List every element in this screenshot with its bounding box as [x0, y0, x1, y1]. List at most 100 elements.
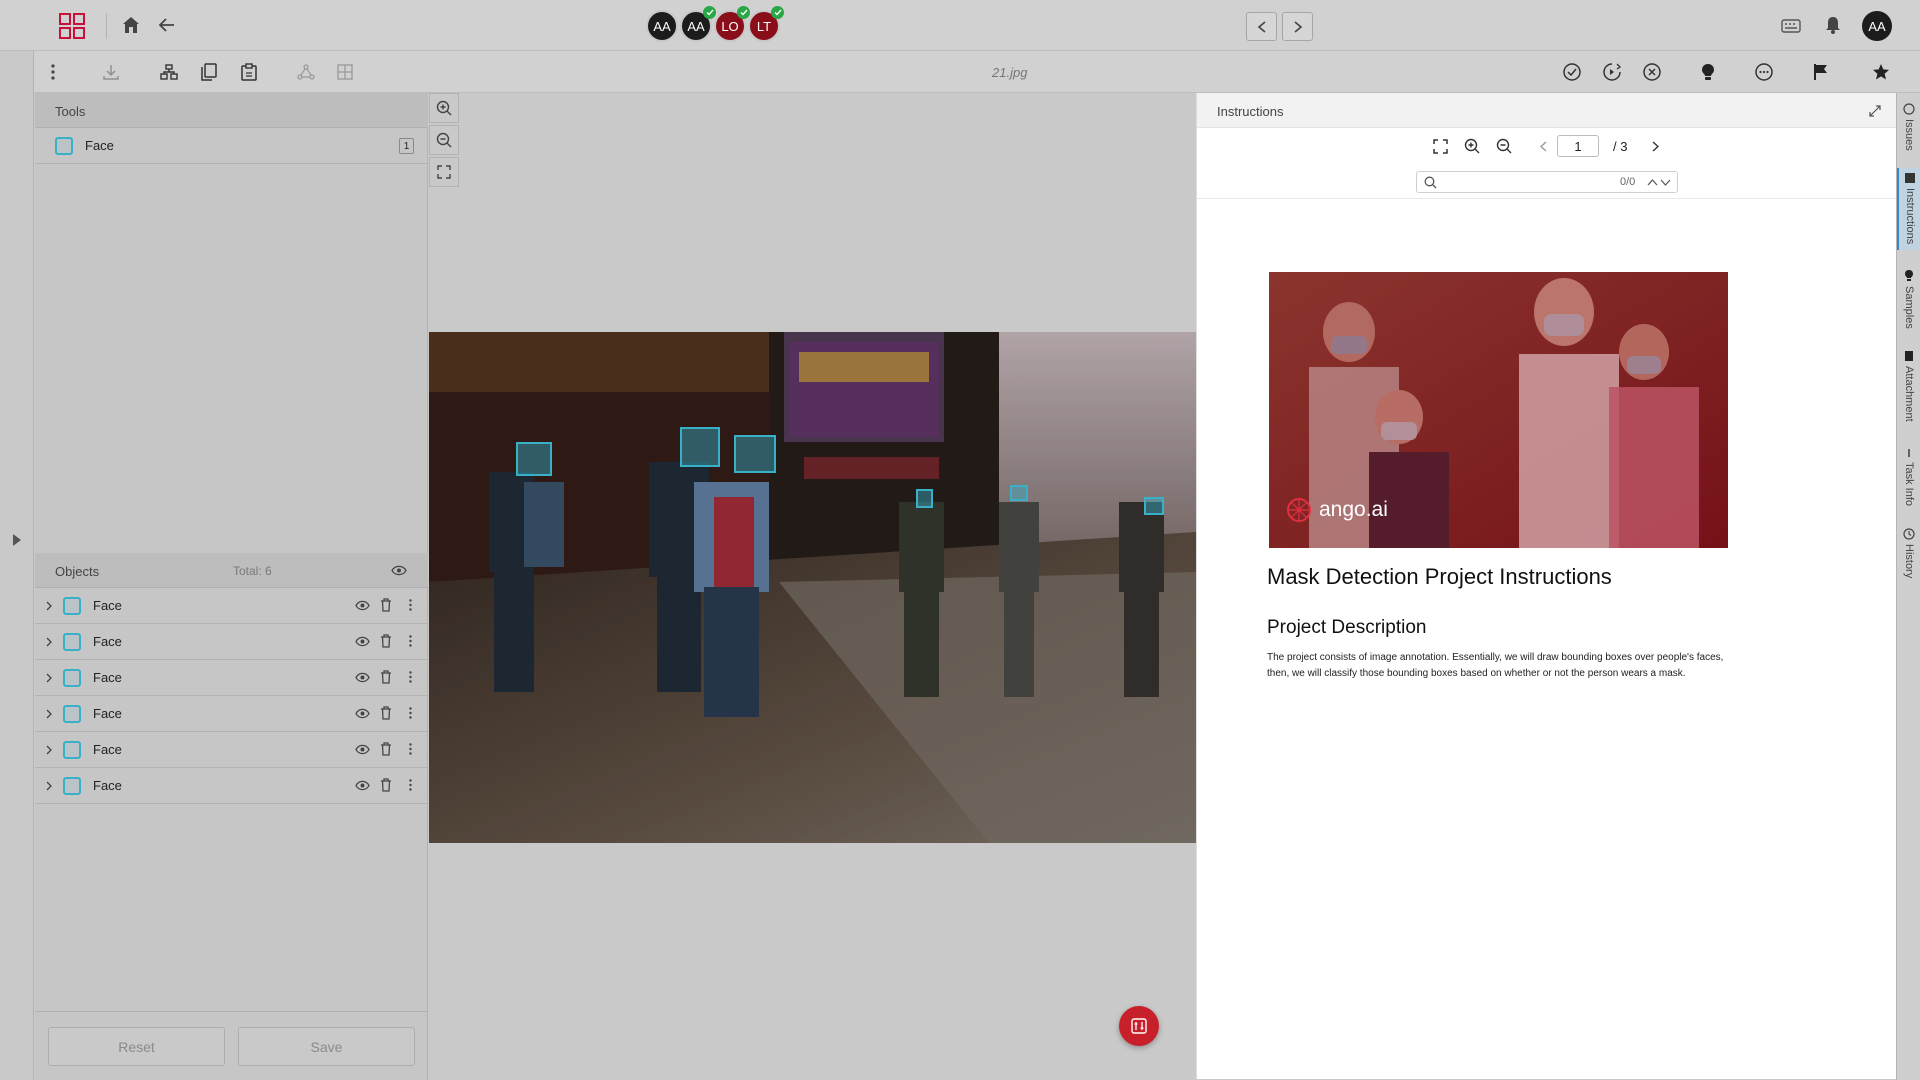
paste-icon[interactable] — [238, 61, 260, 83]
face-bounding-box[interactable] — [516, 442, 552, 476]
doc-search-field[interactable]: 0/0 — [1416, 171, 1678, 193]
app-logo-icon[interactable] — [58, 12, 86, 40]
tab-task-info[interactable]: Task Info — [1897, 448, 1920, 506]
object-row[interactable]: Face — [35, 768, 428, 804]
toolbar: 21.jpg — [34, 51, 1920, 93]
next-asset-button[interactable] — [1282, 12, 1313, 41]
chevron-right-icon[interactable] — [46, 709, 56, 719]
chevron-right-icon[interactable] — [46, 745, 56, 755]
prev-page-icon[interactable] — [1536, 138, 1550, 154]
more-vertical-icon[interactable] — [409, 599, 412, 611]
class-color-swatch — [63, 596, 81, 615]
floating-action-button[interactable] — [1119, 1006, 1159, 1046]
download-icon[interactable] — [100, 61, 122, 83]
collaborator-avatar[interactable]: AA — [680, 6, 716, 42]
tab-attachment[interactable]: Attachment — [1897, 350, 1920, 422]
tool-item-face[interactable]: Face 1 — [35, 128, 428, 164]
chevron-right-icon[interactable] — [46, 637, 56, 647]
more-vertical-icon[interactable] — [409, 743, 412, 755]
grid-icon[interactable] — [334, 61, 356, 83]
face-bounding-boxes[interactable] — [429, 332, 1196, 843]
check-circle-icon[interactable] — [1561, 61, 1583, 83]
trash-icon[interactable] — [380, 670, 392, 684]
more-vertical-icon[interactable] — [409, 671, 412, 683]
hierarchy-icon[interactable] — [158, 61, 180, 83]
avatar-initials: AA — [653, 18, 671, 34]
trash-icon[interactable] — [380, 598, 392, 612]
toggle-all-visibility-icon[interactable] — [391, 563, 407, 577]
more-vertical-icon[interactable] — [409, 635, 412, 647]
trash-icon[interactable] — [380, 706, 392, 720]
asset-filename: 21.jpg — [992, 65, 1028, 80]
doc-zoom-out-icon[interactable] — [1494, 136, 1514, 156]
star-icon[interactable] — [1870, 61, 1892, 83]
chevron-right-icon[interactable] — [46, 781, 56, 791]
face-bounding-box[interactable] — [916, 489, 933, 508]
more-vertical-icon[interactable] — [409, 707, 412, 719]
tab-instructions[interactable]: Instructions — [1897, 168, 1920, 250]
tab-issues[interactable]: Issues — [1897, 103, 1920, 151]
zoom-out-button[interactable] — [429, 125, 459, 155]
page-number-input[interactable]: 1 — [1557, 135, 1599, 157]
copy-icon[interactable] — [198, 61, 220, 83]
reset-button[interactable]: Reset — [48, 1027, 225, 1066]
face-bounding-box[interactable] — [1144, 497, 1164, 515]
comment-icon[interactable] — [1753, 61, 1775, 83]
tab-history[interactable]: History — [1897, 528, 1920, 578]
fit-screen-button[interactable] — [429, 157, 459, 187]
face-bounding-box[interactable] — [734, 435, 776, 473]
keyboard-icon[interactable] — [1780, 16, 1802, 36]
trash-icon[interactable] — [380, 634, 392, 648]
zoom-in-button[interactable] — [429, 93, 459, 123]
notification-bell-icon[interactable] — [1822, 14, 1844, 36]
more-vertical-icon[interactable] — [46, 61, 60, 83]
nodes-icon[interactable] — [295, 61, 317, 83]
face-bounding-box[interactable] — [680, 427, 720, 467]
annotation-canvas[interactable] — [429, 93, 1196, 1080]
object-row[interactable]: Face — [35, 732, 428, 768]
object-row[interactable]: Face — [35, 696, 428, 732]
eye-icon[interactable] — [355, 708, 370, 719]
save-button[interactable]: Save — [238, 1027, 415, 1066]
collaborator-avatar[interactable]: LO — [714, 6, 750, 42]
face-bounding-box[interactable] — [1010, 485, 1028, 501]
eye-icon[interactable] — [355, 636, 370, 647]
search-nav-icon[interactable] — [1647, 178, 1671, 187]
instructions-hero-image: ango.ai — [1269, 272, 1728, 548]
eye-icon[interactable] — [355, 672, 370, 683]
doc-title: Mask Detection Project Instructions — [1267, 564, 1612, 589]
trash-icon[interactable] — [380, 742, 392, 756]
user-avatar[interactable]: AA — [1860, 9, 1894, 43]
object-row[interactable]: Face — [35, 660, 428, 696]
page-total: / 3 — [1613, 139, 1628, 154]
fullscreen-icon[interactable] — [1430, 136, 1450, 156]
home-icon[interactable] — [120, 14, 142, 36]
trash-icon[interactable] — [380, 778, 392, 792]
chevron-right-icon[interactable] — [46, 673, 56, 683]
back-arrow-icon[interactable] — [156, 14, 178, 36]
collaborator-avatar[interactable]: AA — [646, 10, 678, 42]
object-row[interactable]: Face — [35, 624, 428, 660]
more-vertical-icon[interactable] — [409, 779, 412, 791]
class-color-swatch — [63, 776, 81, 795]
class-color-swatch — [63, 740, 81, 759]
expand-left-icon[interactable] — [9, 529, 25, 551]
eye-icon[interactable] — [355, 600, 370, 611]
chevron-right-icon[interactable] — [46, 601, 56, 611]
next-page-icon[interactable] — [1648, 138, 1662, 154]
eye-icon[interactable] — [355, 780, 370, 791]
reject-circle-icon[interactable] — [1641, 61, 1663, 83]
eye-icon[interactable] — [355, 744, 370, 755]
skip-icon[interactable] — [1601, 61, 1623, 83]
doc-zoom-in-icon[interactable] — [1462, 136, 1482, 156]
object-label: Face — [93, 778, 122, 793]
expand-icon[interactable] — [1867, 103, 1883, 119]
search-match-count: 0/0 — [1620, 176, 1636, 188]
prev-asset-button[interactable] — [1246, 12, 1277, 41]
lightbulb-icon[interactable] — [1697, 61, 1719, 83]
collaborator-avatar[interactable]: LT — [748, 6, 784, 42]
flag-icon[interactable] — [1810, 61, 1832, 83]
object-row[interactable]: Face — [35, 588, 428, 624]
tab-samples[interactable]: Samples — [1897, 269, 1920, 329]
history-icon — [1903, 528, 1915, 540]
